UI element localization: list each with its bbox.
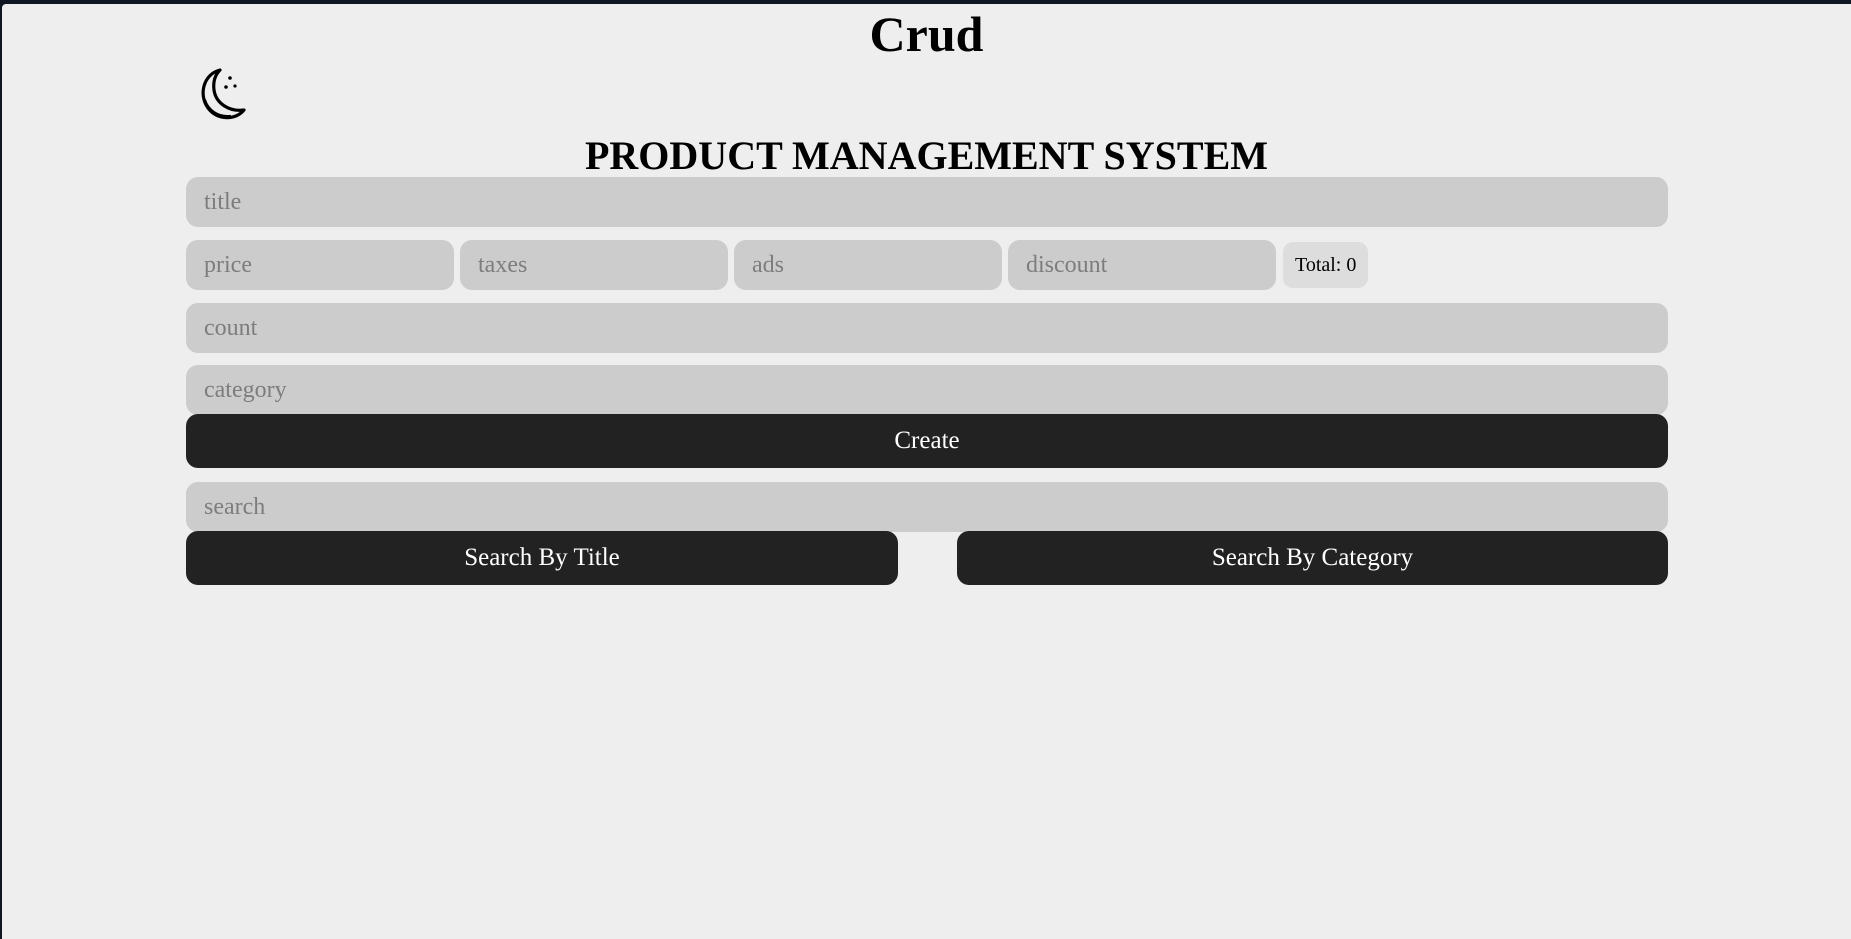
page: Crud PRODUCT MANAGEMENT SYSTEM Total: 0 …: [2, 4, 1851, 939]
moon-icon: [201, 68, 246, 120]
theme-toggle-button[interactable]: [190, 64, 250, 126]
app-title: Crud: [869, 6, 984, 62]
create-button[interactable]: Create: [186, 414, 1668, 468]
search-input[interactable]: [186, 482, 1668, 532]
taxes-input[interactable]: [460, 240, 728, 290]
search-by-title-button[interactable]: Search By Title: [186, 531, 898, 585]
discount-input[interactable]: [1008, 240, 1276, 290]
search-by-category-button[interactable]: Search By Category: [957, 531, 1668, 585]
price-input[interactable]: [186, 240, 454, 290]
total-badge: Total: 0: [1283, 242, 1369, 288]
ads-input[interactable]: [734, 240, 1002, 290]
count-input[interactable]: [186, 303, 1668, 353]
page-heading: PRODUCT MANAGEMENT SYSTEM: [584, 133, 1269, 178]
title-input[interactable]: [186, 177, 1668, 227]
category-input[interactable]: [186, 365, 1668, 415]
